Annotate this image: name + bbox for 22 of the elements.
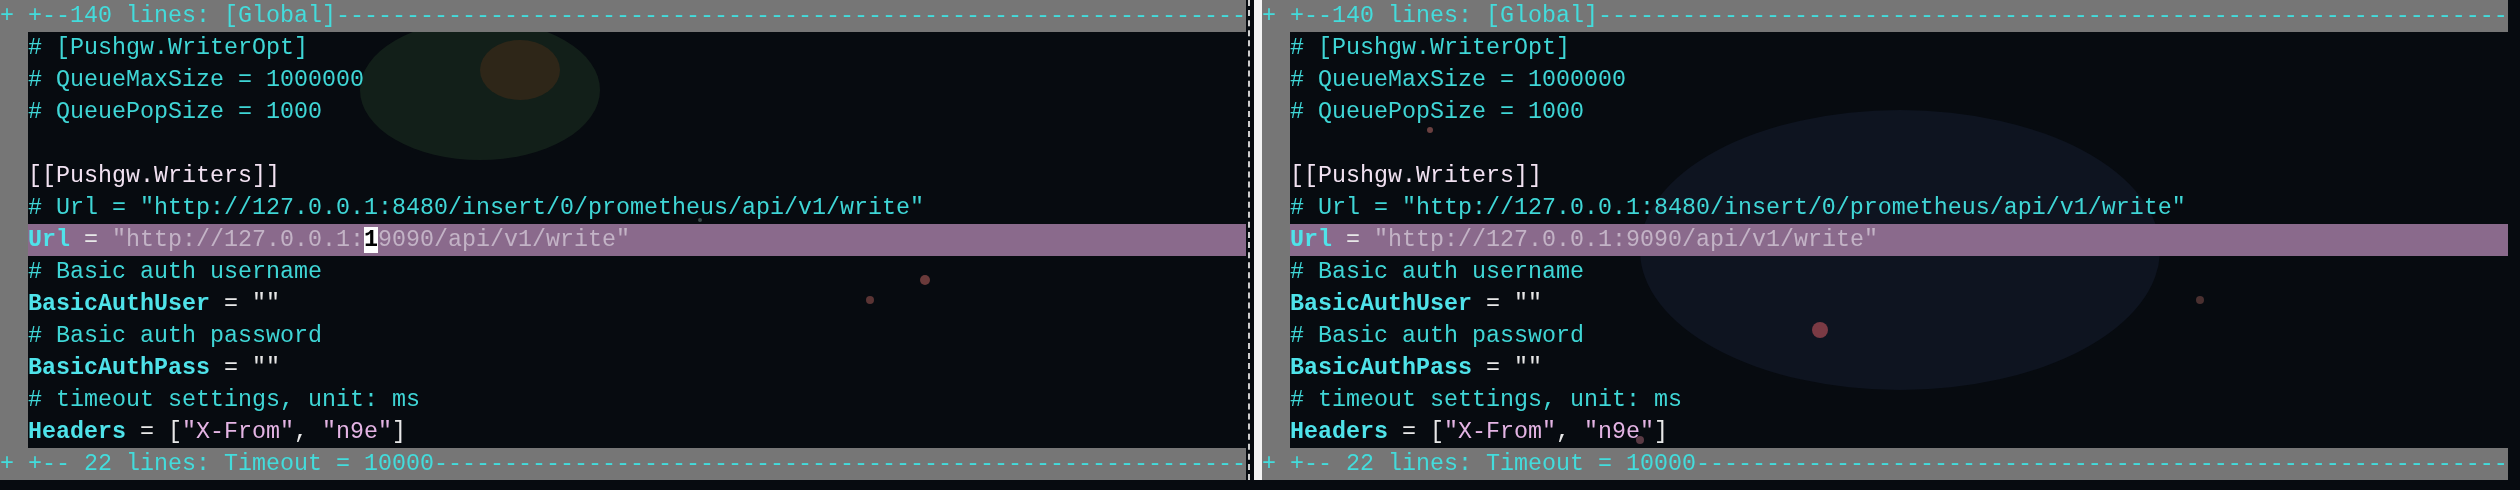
code-line: # Url = "http://127.0.0.1:8480/insert/0/prometheus/api/v1/write" (1289, 194, 2187, 223)
code-line: # Basic auth username (1289, 258, 1585, 287)
code-line: BasicAuthUser = "" (28, 290, 281, 319)
code-line: BasicAuthPass = "" (28, 354, 281, 383)
code-line: # timeout settings, unit: ms (28, 386, 421, 415)
code-line: BasicAuthPass = "" (1289, 354, 1543, 383)
code-line: # [Pushgw.WriterOpt] (28, 34, 309, 63)
code-line: # Basic auth password (28, 322, 323, 351)
code-line: # QueueMaxSize = 1000000 (1289, 66, 1627, 95)
code-line: # Url = "http://127.0.0.1:8480/insert/0/prometheus/api/v1/write" (28, 194, 925, 223)
code-line: # Basic auth username (28, 258, 323, 287)
code-line: # QueuePopSize = 1000 (28, 98, 323, 127)
code-line: [[Pushgw.Writers]] (1289, 162, 1543, 191)
code-line: # timeout settings, unit: ms (1289, 386, 1683, 415)
code-line: BasicAuthUser = "" (1289, 290, 1543, 319)
code-line: # Basic auth password (1289, 322, 1585, 351)
code-line: Headers = ["X-From", "n9e"] (1289, 418, 1669, 447)
code-line: Headers = ["X-From", "n9e"] (28, 418, 407, 447)
code-line: # QueuePopSize = 1000 (1289, 98, 1585, 127)
code-line: # QueueMaxSize = 1000000 (28, 66, 365, 95)
code-line: # [Pushgw.WriterOpt] (1289, 34, 1571, 63)
code-line: [[Pushgw.Writers]] (28, 162, 281, 191)
